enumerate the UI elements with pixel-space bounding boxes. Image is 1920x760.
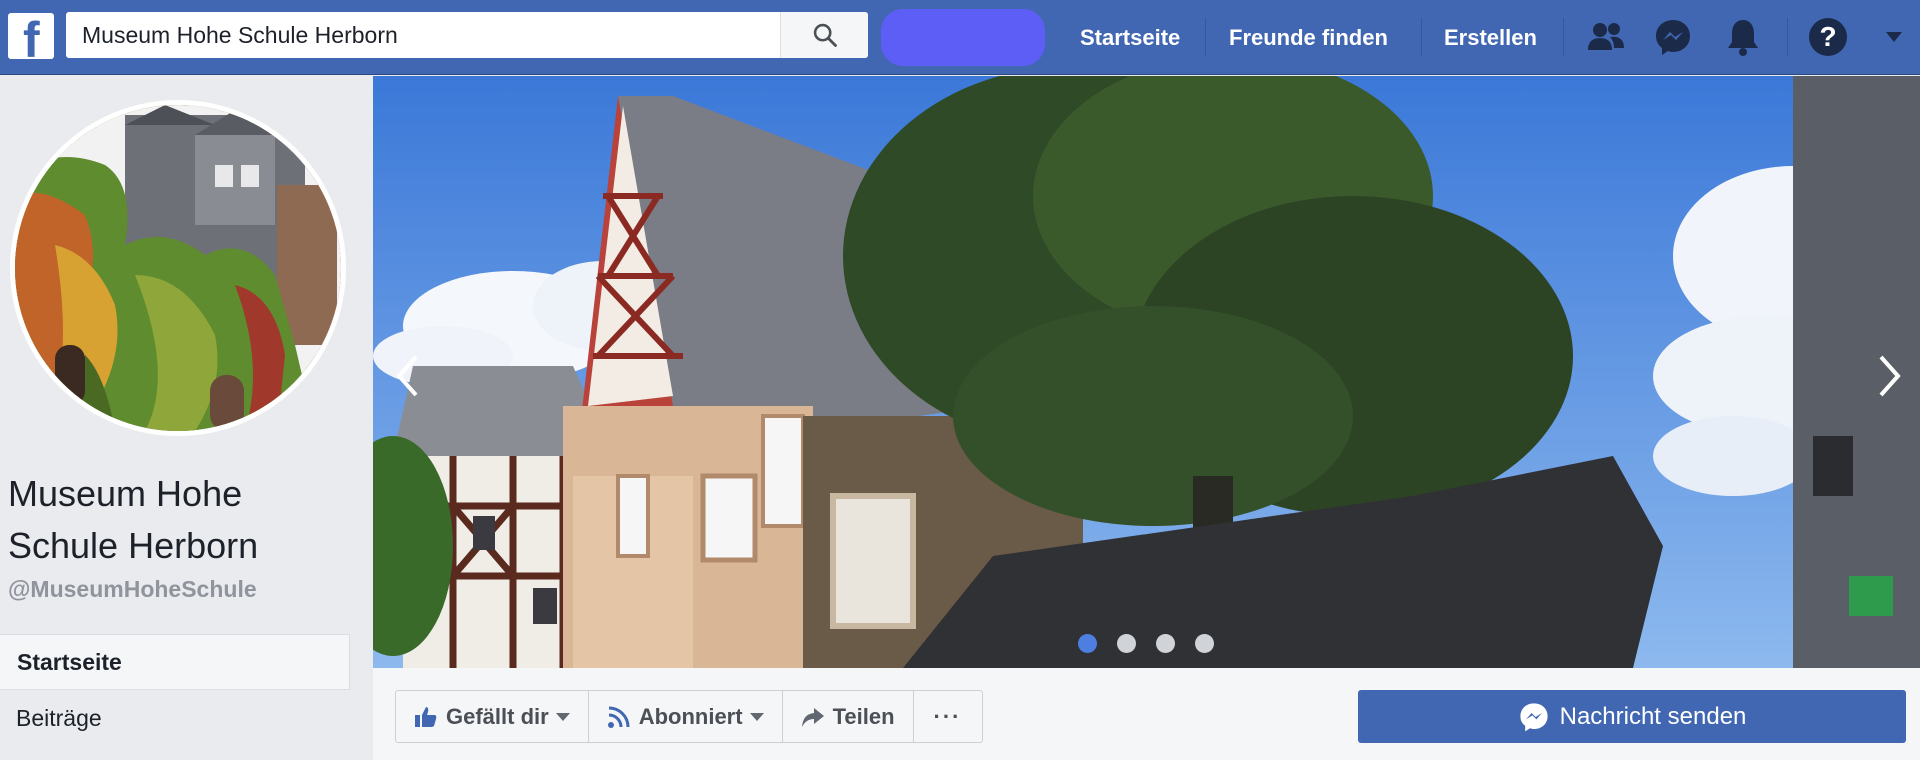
like-label: Gefällt dir [446,703,549,729]
share-arrow-icon [801,707,824,727]
chevron-down-icon [555,712,570,721]
profile-button[interactable] [881,9,1045,66]
help-glyph: ? [1809,18,1847,56]
left-column: Museum Hohe Schule Herborn @MuseumHoheSc… [0,76,373,760]
like-button[interactable]: Gefällt dir [396,691,589,742]
more-options-button[interactable]: ··· [914,691,982,742]
search-box [66,12,868,58]
top-navigation-bar: f Startseite Freunde finden Erstellen [0,0,1920,75]
rss-follow-icon [607,706,630,728]
slide-dot[interactable] [1156,634,1175,653]
messenger-icon [1520,702,1548,731]
thumbs-up-icon [415,706,437,727]
chevron-down-icon [749,712,764,721]
nav-find-friends[interactable]: Freunde finden [1229,0,1388,75]
profile-photo-building [15,105,341,431]
help-icon[interactable]: ? [1807,16,1849,58]
facebook-logo-icon[interactable]: f [8,13,54,65]
friend-requests-icon[interactable] [1585,16,1627,58]
sidebar-item-home[interactable]: Startseite [0,634,350,690]
cover-previous-button[interactable] [387,346,427,406]
slide-dot[interactable] [1195,634,1214,653]
nav-divider [1421,18,1422,56]
chevron-right-icon [1879,355,1901,397]
slide-dot-active[interactable] [1078,634,1097,653]
nav-divider [1787,18,1788,56]
nav-create[interactable]: Erstellen [1444,0,1537,75]
cover-next-button[interactable] [1870,346,1910,406]
account-menu-caret-icon[interactable] [1873,16,1915,58]
profile-picture[interactable] [10,100,346,436]
share-button[interactable]: Teilen [783,691,914,742]
cover-slide-indicators [1078,634,1214,653]
send-message-label: Nachricht senden [1559,702,1747,730]
page-action-group: Gefällt dir Abonniert Teilen ··· [395,690,983,743]
messenger-icon[interactable] [1652,16,1694,58]
follow-label: Abonniert [638,703,743,729]
more-dots-icon: ··· [933,703,962,729]
nav-home[interactable]: Startseite [1080,0,1180,75]
search-icon [813,23,837,47]
page-title: Museum Hohe Schule Herborn [8,473,259,566]
follow-button[interactable]: Abonniert [589,691,783,742]
nav-divider [1563,18,1564,56]
sidebar-item-posts[interactable]: Beiträge [0,690,350,746]
chevron-left-icon [396,355,418,397]
send-message-button[interactable]: Nachricht senden [1358,690,1906,743]
search-button[interactable] [780,12,868,58]
cover-photo-scene [373,76,1920,668]
notifications-bell-icon[interactable] [1722,16,1764,58]
cover-photo[interactable] [373,76,1920,668]
page-action-bar: Gefällt dir Abonniert Teilen ··· Nachric… [373,668,1920,760]
nav-divider [1205,18,1206,56]
share-label: Teilen [832,703,895,729]
search-input[interactable] [66,12,778,58]
slide-dot[interactable] [1117,634,1136,653]
page-username[interactable]: @MuseumHoheSchule [8,576,257,603]
